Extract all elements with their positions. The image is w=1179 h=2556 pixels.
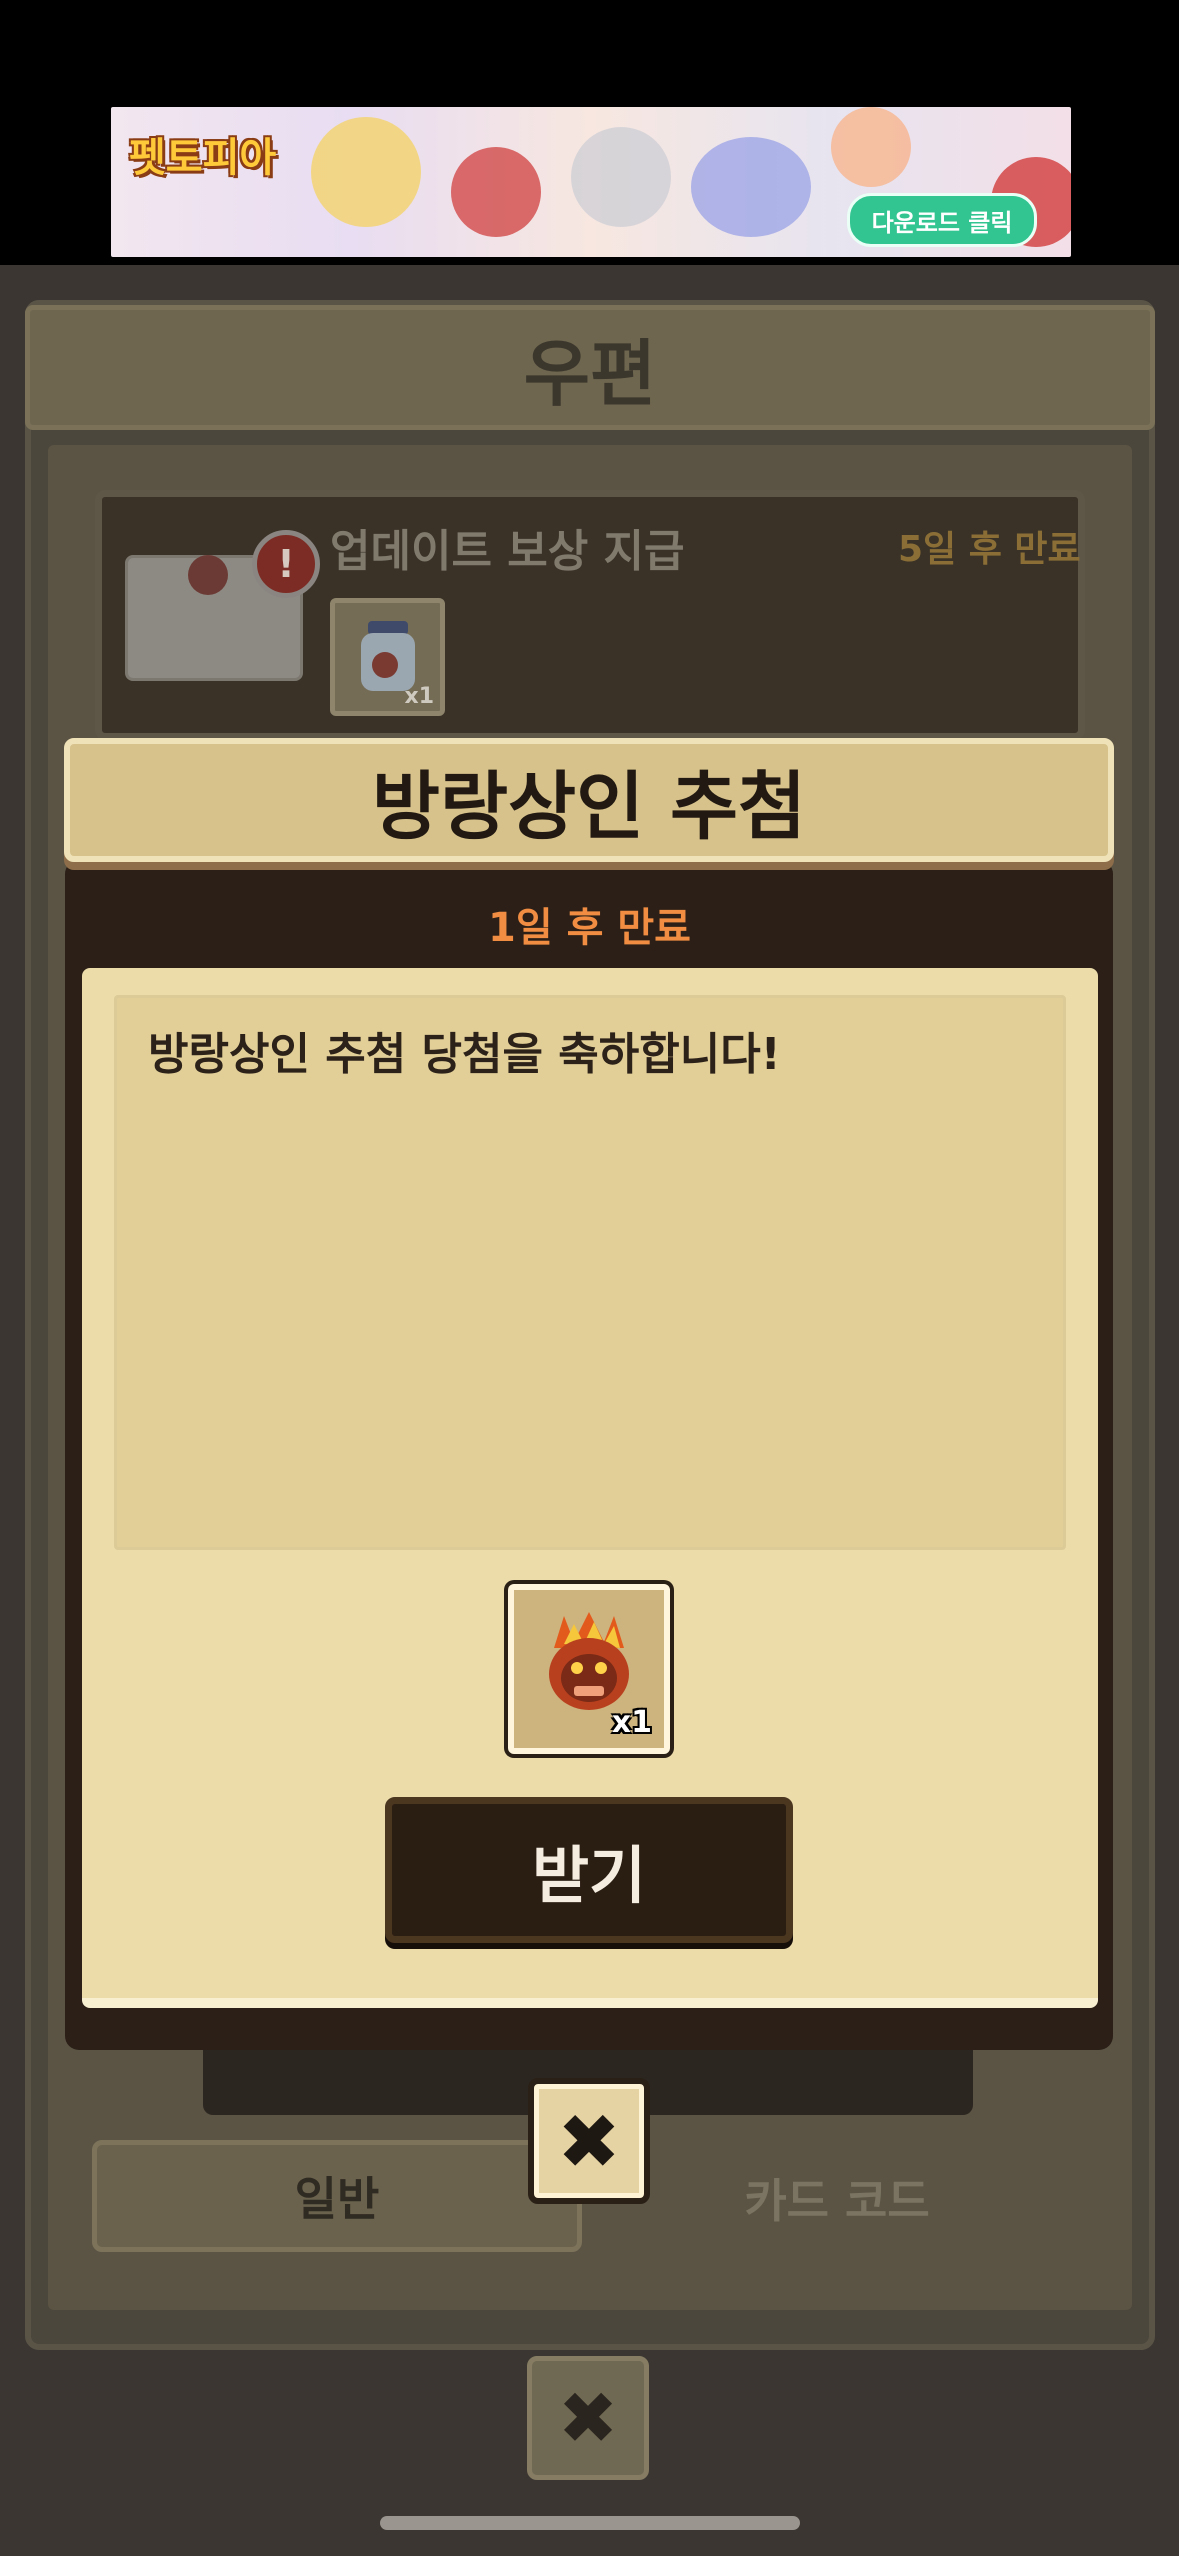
ad-decoration <box>451 147 541 237</box>
popup-title: 방랑상인 추첨 <box>371 763 807 850</box>
mail-item-expiry: 5일 후 만료 <box>898 529 1081 570</box>
wax-seal-icon <box>188 555 228 595</box>
ad-banner[interactable]: 펫토피아 다운로드 클릭 <box>111 107 1071 257</box>
mail-title-bar: 우편 <box>25 305 1155 430</box>
mail-close-button[interactable]: ✖ <box>527 2356 649 2480</box>
popup-expiry: 1일 후 만료 <box>488 905 691 951</box>
home-indicator[interactable] <box>380 2516 800 2530</box>
reward-quantity: x1 <box>611 1705 652 1740</box>
ad-logo: 펫토피아 <box>129 135 277 181</box>
popup-header: 방랑상인 추첨 <box>64 738 1114 862</box>
mail-title: 우편 <box>523 332 657 416</box>
popup-close-button[interactable]: ✖ <box>528 2078 650 2204</box>
fire-creature-icon <box>549 1612 629 1710</box>
reward-item[interactable]: x1 <box>508 1584 670 1754</box>
ad-decoration <box>571 127 671 227</box>
message-text: 방랑상인 추첨 당첨을 축하합니다! <box>148 1029 781 1080</box>
mail-item-quantity: x1 <box>404 684 435 709</box>
ad-decoration <box>691 137 811 237</box>
alert-icon: ! <box>252 530 320 598</box>
mail-item-title: 업데이트 보상 지급 <box>330 526 685 577</box>
ad-decoration <box>831 107 911 187</box>
tab-card-code[interactable]: 카드 코드 <box>582 2137 1092 2259</box>
receive-button[interactable]: 받기 <box>385 1797 793 1943</box>
ad-decoration <box>311 117 421 227</box>
jam-jar-icon: x1 <box>330 598 445 716</box>
tab-general[interactable]: 일반 <box>92 2140 582 2252</box>
ad-download-button[interactable]: 다운로드 클릭 <box>847 193 1037 247</box>
